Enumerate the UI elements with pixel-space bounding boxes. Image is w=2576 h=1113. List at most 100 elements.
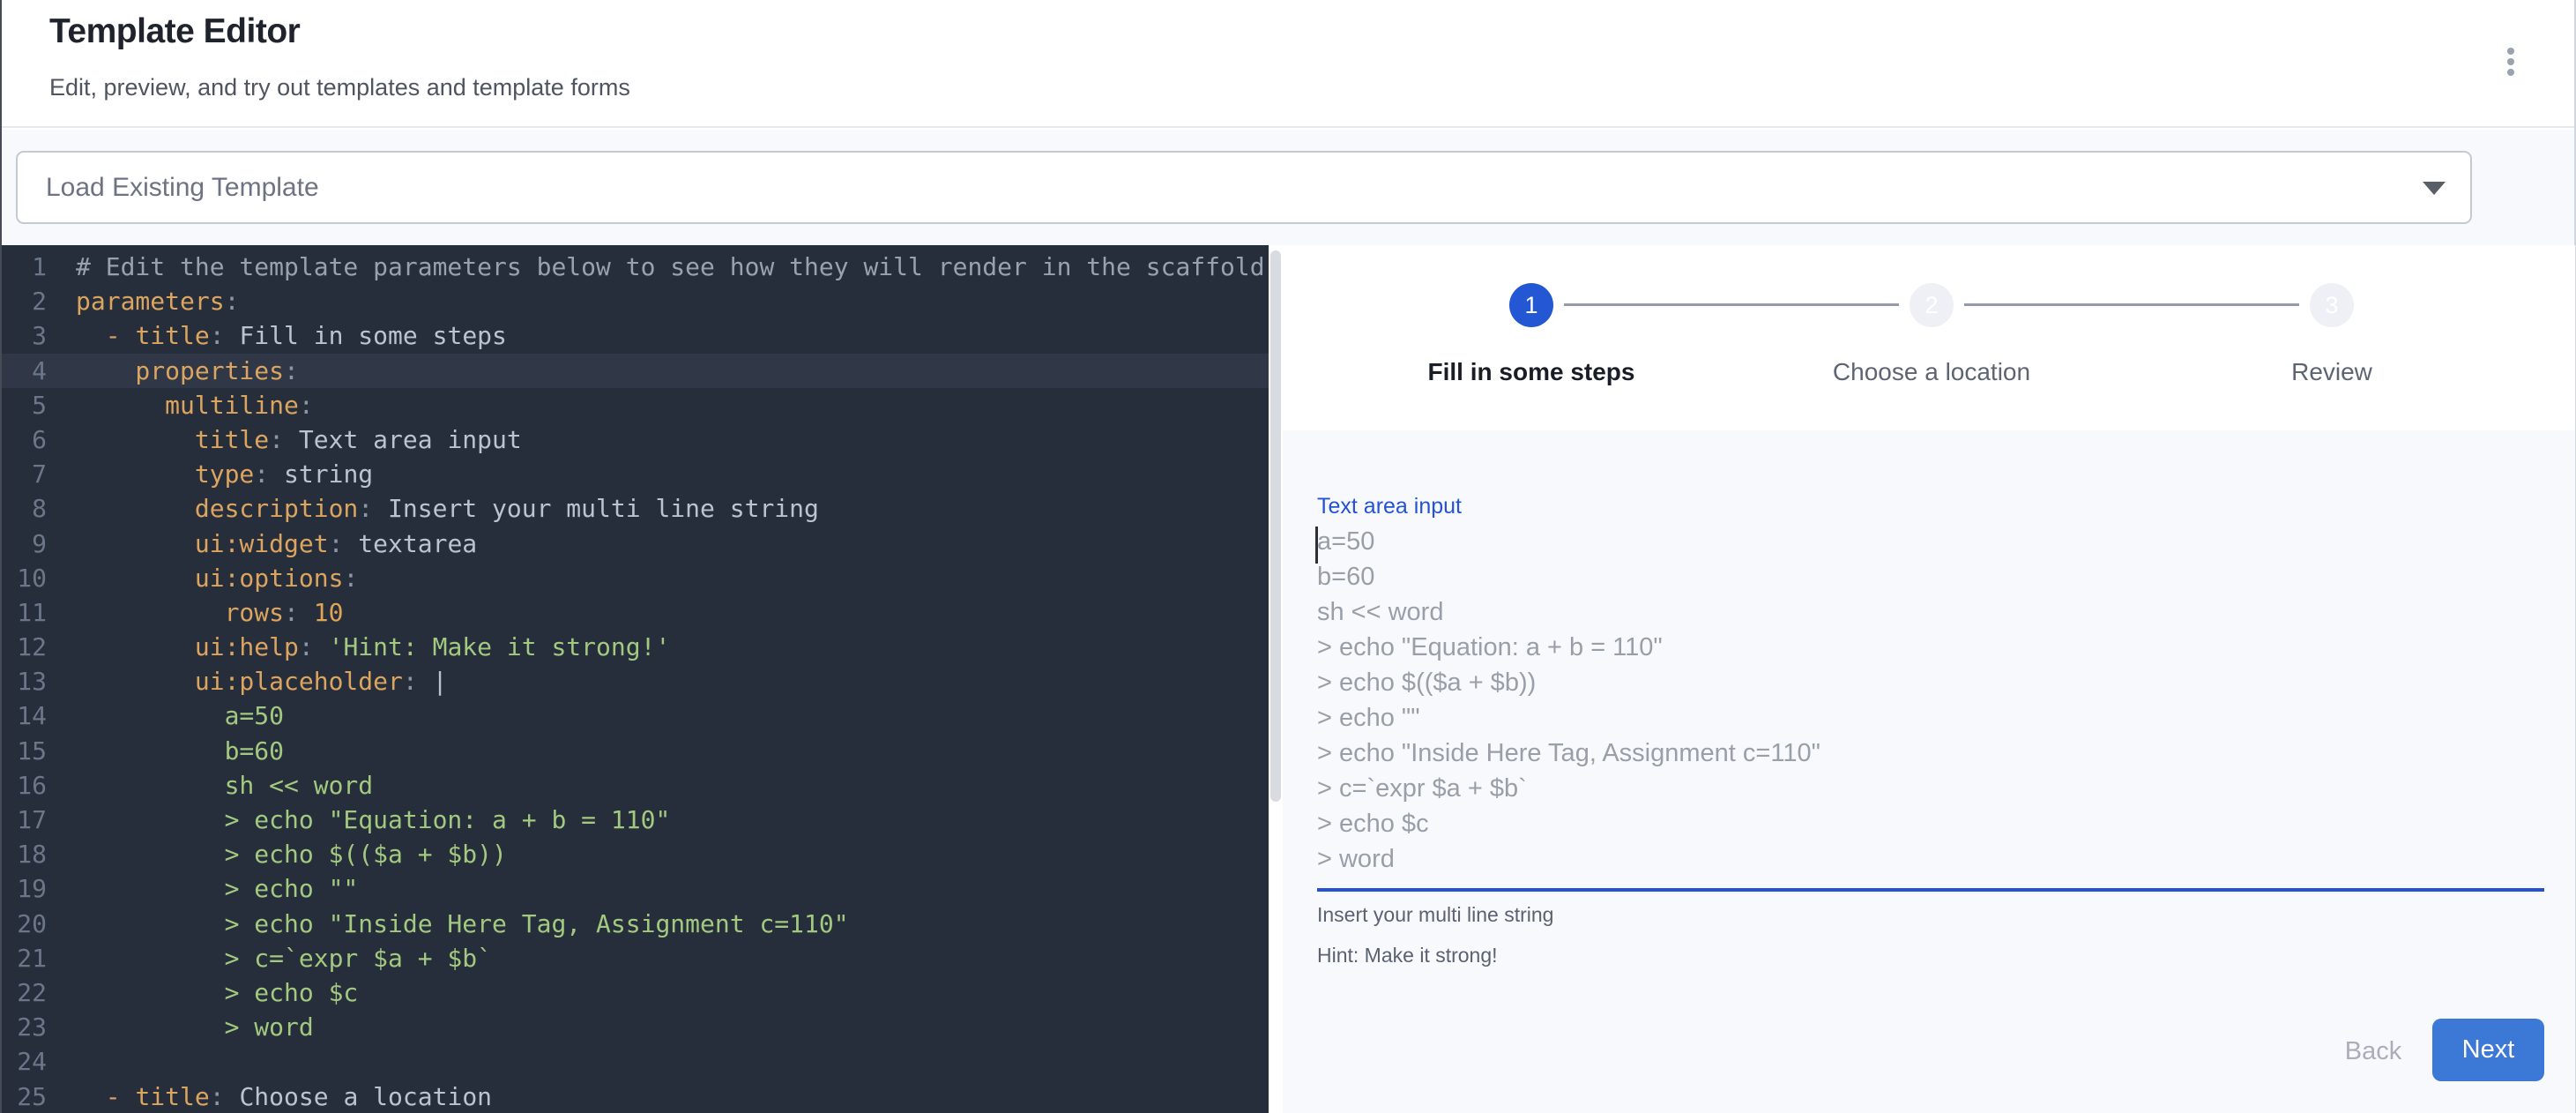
line-content: type: string [47,457,373,491]
textarea-focus-underline [1317,888,2544,892]
code-line[interactable]: 4 properties: [2,354,1269,388]
line-number: 21 [2,941,47,975]
code-line[interactable]: 13 ui:placeholder: | [2,664,1269,698]
code-line[interactable]: 20 > echo "Inside Here Tag, Assignment c… [2,907,1269,941]
step-label-3: Review [2182,358,2482,386]
field-help-text: Hint: Make it strong! [1317,944,1498,967]
line-content: > echo "Inside Here Tag, Assignment c=11… [47,907,849,941]
line-content: > word [47,1010,314,1044]
code-line[interactable]: 11 rows: 10 [2,595,1269,630]
line-number: 11 [2,595,47,630]
text-cursor [1315,527,1318,564]
template-selector-row: Load Existing Template [2,130,2574,245]
editor-scrollbar-thumb[interactable] [1270,250,1281,802]
line-content: ui:options: [47,561,358,595]
page-subtitle: Edit, preview, and try out templates and… [49,74,630,101]
line-number: 1 [2,250,47,284]
line-content: > c=`expr $a + $b` [47,941,492,975]
line-number: 12 [2,630,47,664]
line-number: 22 [2,975,47,1010]
code-line[interactable]: 6 title: Text area input [2,422,1269,457]
code-line[interactable]: 25 - title: Choose a location [2,1079,1269,1113]
line-number: 9 [2,527,47,561]
line-content: title: Text area input [47,422,522,457]
code-line[interactable]: 7 type: string [2,457,1269,491]
line-number: 23 [2,1010,47,1044]
line-number: 5 [2,388,47,422]
code-line[interactable]: 16 sh << word [2,768,1269,803]
line-number: 4 [2,354,47,388]
next-button[interactable]: Next [2432,1019,2544,1081]
line-number: 25 [2,1079,47,1113]
caret-down-icon[interactable] [2423,182,2446,195]
line-content: > echo "Equation: a + b = 110" [47,803,670,837]
code-line[interactable]: 18 > echo $(($a + $b)) [2,837,1269,871]
back-button[interactable]: Back [2320,1021,2426,1081]
code-line[interactable]: 10 ui:options: [2,561,1269,595]
line-number: 6 [2,422,47,457]
load-template-placeholder: Load Existing Template [46,153,319,222]
code-line[interactable]: 9 ui:widget: textarea [2,527,1269,561]
line-content: ui:widget: textarea [47,527,477,561]
step-label-2: Choose a location [1782,358,2081,386]
step-circle-2[interactable]: 2 [1910,283,1954,327]
code-line[interactable]: 14 a=50 [2,698,1269,733]
code-lines: 1# Edit the template parameters below to… [2,250,1269,1113]
line-number: 24 [2,1044,47,1079]
field-label: Text area input [1317,494,1462,519]
yaml-code-editor[interactable]: 1# Edit the template parameters below to… [2,245,1269,1113]
line-content: multiline: [47,388,314,422]
step-circle-1[interactable]: 1 [1509,283,1553,327]
line-number: 17 [2,803,47,837]
code-line[interactable]: 3 - title: Fill in some steps [2,318,1269,353]
line-number: 2 [2,284,47,318]
line-number: 3 [2,318,47,353]
line-content: description: Insert your multi line stri… [47,491,819,526]
code-line[interactable]: 15 b=60 [2,734,1269,768]
line-number: 14 [2,698,47,733]
line-content: properties: [47,354,299,388]
line-number: 20 [2,907,47,941]
line-content: a=50 [47,698,284,733]
load-template-select[interactable]: Load Existing Template [16,151,2472,224]
code-line[interactable]: 1# Edit the template parameters below to… [2,250,1269,284]
code-line[interactable]: 8 description: Insert your multi line st… [2,491,1269,526]
line-number: 16 [2,768,47,803]
code-line[interactable]: 5 multiline: [2,388,1269,422]
line-content: ui:help: 'Hint: Make it strong!' [47,630,670,664]
line-content: > echo "" [47,871,358,906]
code-line[interactable]: 21 > c=`expr $a + $b` [2,941,1269,975]
stepper-connector-1 [1564,303,1899,306]
code-line[interactable]: 22 > echo $c [2,975,1269,1010]
code-line[interactable]: 23 > word [2,1010,1269,1044]
line-number: 7 [2,457,47,491]
line-content: > echo $c [47,975,358,1010]
line-content: ui:placeholder: | [47,664,447,698]
line-number: 18 [2,837,47,871]
line-number: 13 [2,664,47,698]
line-content: parameters: [47,284,239,318]
wizard-stepper: 1Fill in some steps2Choose a location3Re… [1283,245,2575,430]
line-number: 15 [2,734,47,768]
code-line[interactable]: 24 [2,1044,1269,1079]
line-content: - title: Fill in some steps [47,318,507,353]
step-circle-3[interactable]: 3 [2310,283,2354,327]
line-content: # Edit the template parameters below to … [47,250,1265,284]
line-content [47,1044,76,1079]
template-preview-panel: 1Fill in some steps2Choose a location3Re… [1283,245,2575,1113]
field-description: Insert your multi line string [1317,903,1553,927]
page-title: Template Editor [49,12,300,51]
line-content: - title: Choose a location [47,1079,492,1113]
line-content: sh << word [47,768,373,803]
kebab-menu-icon[interactable] [2498,44,2523,85]
code-line[interactable]: 12 ui:help: 'Hint: Make it strong!' [2,630,1269,664]
line-number: 10 [2,561,47,595]
editor-scrollbar[interactable] [1269,245,1283,1113]
line-number: 8 [2,491,47,526]
code-line[interactable]: 2parameters: [2,284,1269,318]
multiline-textarea[interactable]: a=50 b=60 sh << word > echo "Equation: a… [1317,524,2544,878]
code-line[interactable]: 19 > echo "" [2,871,1269,906]
page-header: Template Editor Edit, preview, and try o… [2,0,2574,128]
line-content: b=60 [47,734,284,768]
code-line[interactable]: 17 > echo "Equation: a + b = 110" [2,803,1269,837]
